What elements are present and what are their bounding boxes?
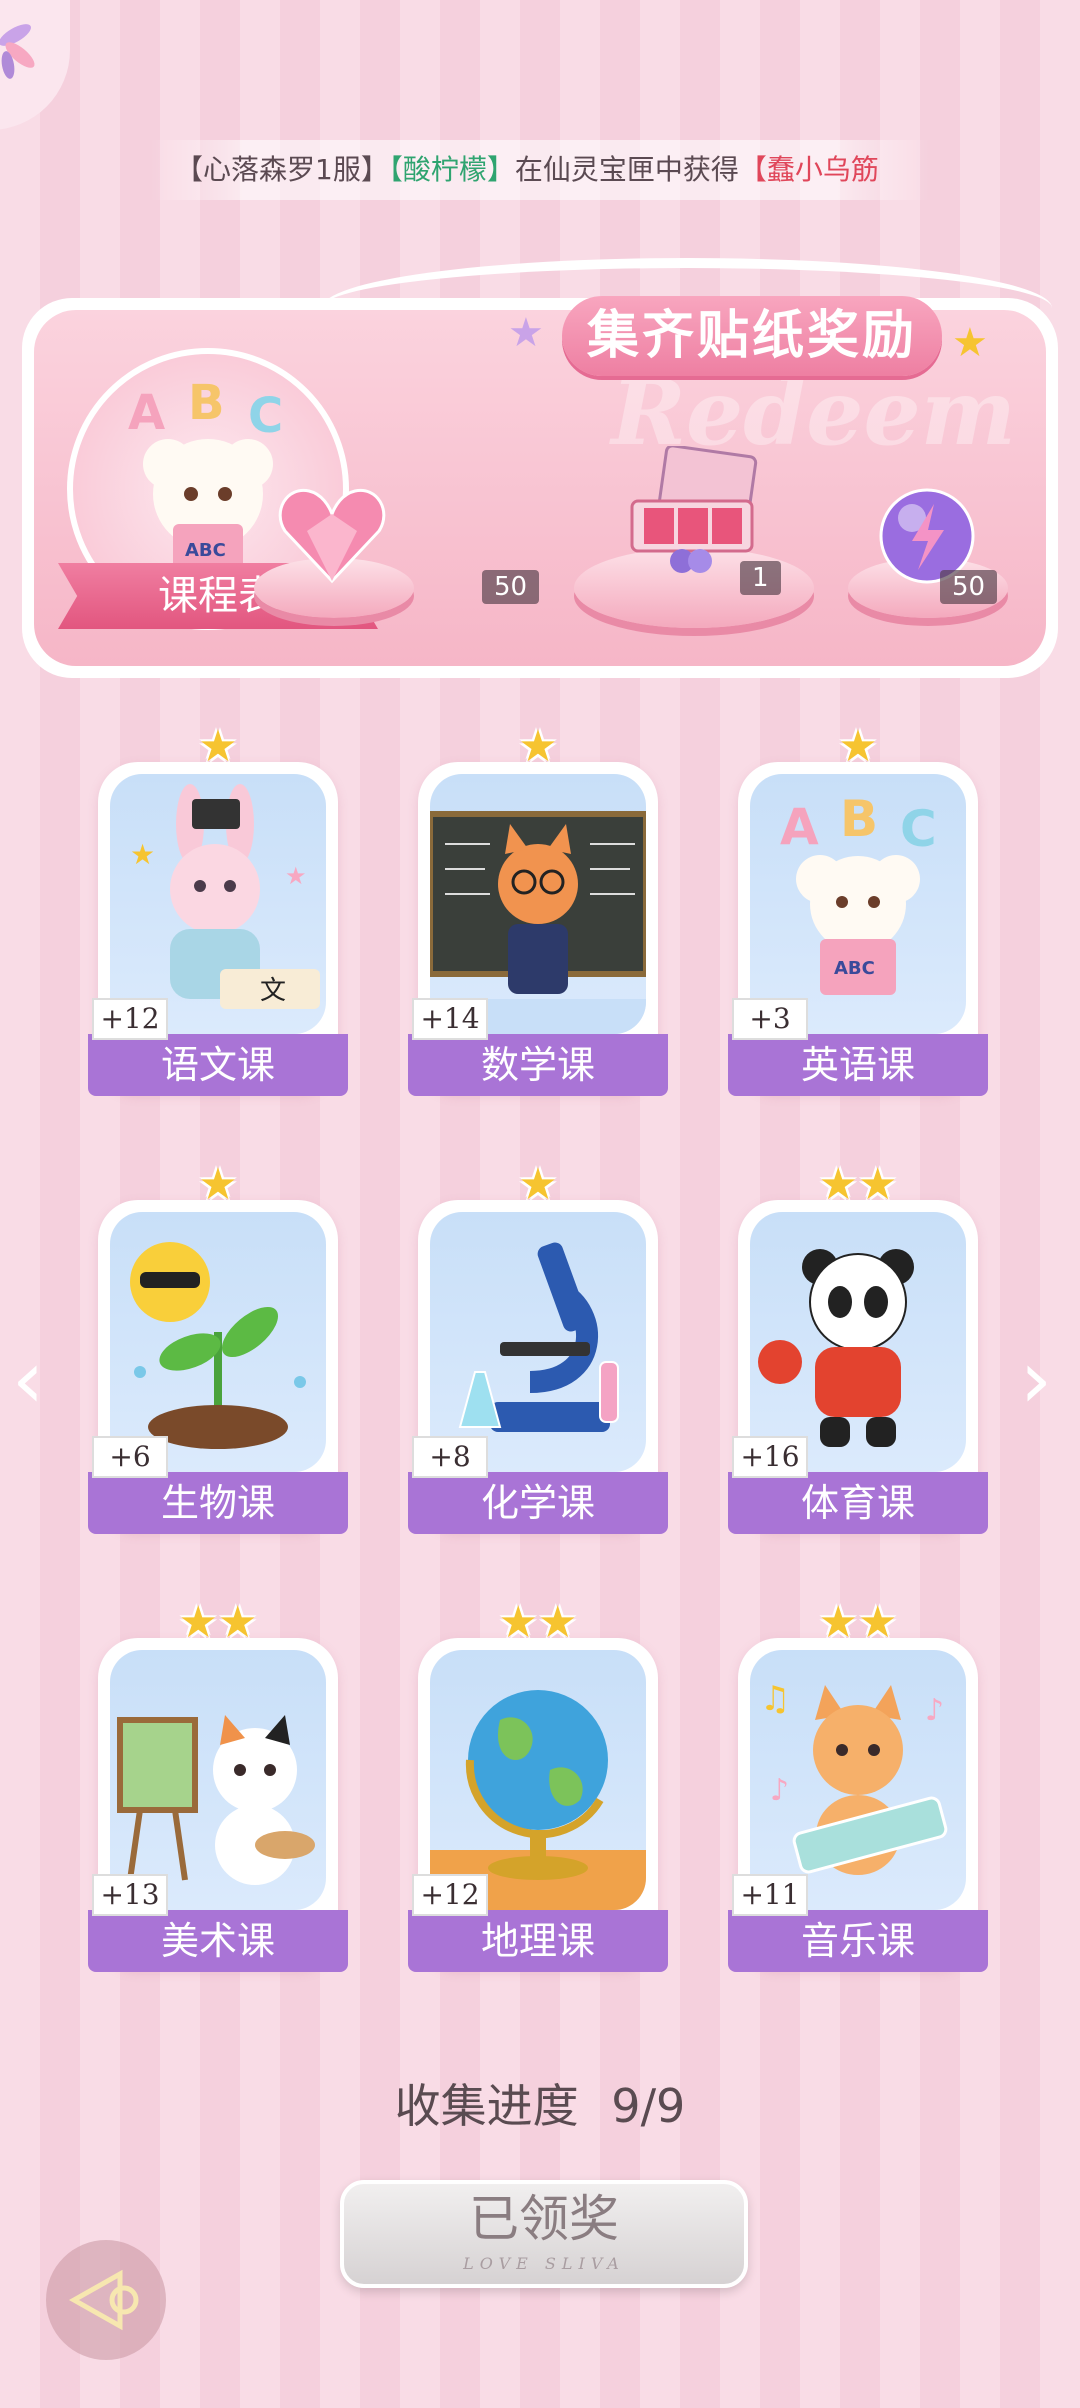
card-art [110, 1212, 326, 1472]
collection-progress: 收集进度 9/9 [0, 2070, 1080, 2136]
card-label: 体育课 [728, 1472, 988, 1534]
progress-value: 9/9 [611, 2079, 686, 2133]
svg-text:♪: ♪ [770, 1773, 789, 1808]
card-bonus: +12 [92, 998, 168, 1040]
banner-title: 集齐贴纸奖励 [562, 296, 942, 376]
back-arrow-icon [68, 2269, 139, 2331]
card-label: 数学课 [408, 1034, 668, 1096]
star-icon: ★ [952, 320, 988, 366]
sticker-card-english[interactable]: ★ A B C ABC 英语课 +3 [723, 722, 993, 1102]
card-label: 音乐课 [728, 1910, 988, 1972]
svg-text:A: A [128, 385, 165, 441]
claimed-sub: LOVE SLIVA [463, 2254, 625, 2273]
svg-text:★: ★ [285, 862, 307, 890]
card-label: 语文课 [88, 1034, 348, 1096]
ticker-action: 在仙灵宝匣中获得 [514, 153, 739, 186]
star-icon: ★ [508, 310, 544, 356]
pink-heart-gem-icon[interactable] [277, 486, 387, 586]
card-art: 文 ★ ★ [110, 774, 326, 1034]
gift-box-icon[interactable] [622, 446, 772, 576]
ticker-player: 【酸柠檬】 [388, 153, 515, 186]
announcement-ticker: 【心落森罗1服】【酸柠檬】在仙灵宝匣中获得【蠢小乌筋 [150, 140, 930, 200]
sticker-card-pe[interactable]: ★★ 体育课 +16 [723, 1160, 993, 1540]
card-body[interactable]: 化学课 +8 [408, 1200, 668, 1534]
svg-text:ABC: ABC [185, 540, 226, 561]
card-body[interactable]: 体育课 +16 [728, 1200, 988, 1534]
sticker-card-geography[interactable]: ★★ 地理课 +12 [403, 1598, 673, 1978]
card-label: 生物课 [88, 1472, 348, 1534]
card-bonus: +13 [92, 1874, 168, 1916]
sticker-card-math[interactable]: ★ 数学课 +14 [403, 722, 673, 1102]
claimed-label: 已领奖 [469, 2190, 619, 2248]
ticker-item: 【蠢小乌筋 [738, 153, 879, 186]
card-body[interactable]: 生物课 +6 [88, 1200, 348, 1534]
svg-text:文: 文 [260, 976, 286, 1006]
sticker-card-chinese[interactable]: ★ 文 ★ ★ 语文课 +12 [83, 722, 353, 1102]
globe-icon [430, 1690, 646, 1910]
svg-text:★: ★ [130, 838, 155, 871]
svg-text:A: A [780, 798, 819, 856]
next-page-arrow[interactable]: › [1020, 1340, 1052, 1420]
sticker-card-art[interactable]: ★★ 美术课 +13 [83, 1598, 353, 1978]
microscope-icon [458, 1242, 619, 1432]
reward-count: 1 [740, 561, 781, 595]
card-art [430, 774, 646, 1034]
reward-banner: Redeem ★ ★ 集齐贴纸奖励 A B C ABC 课程表 50 1 50 [22, 258, 1058, 678]
claimed-button[interactable]: 已领奖 LOVE SLIVA [340, 2180, 748, 2288]
card-body[interactable]: 美术课 +13 [88, 1638, 348, 1972]
card-bonus: +3 [732, 998, 808, 1040]
card-art: ♫ ♪ ♪ [750, 1650, 966, 1910]
card-bonus: +12 [412, 1874, 488, 1916]
sticker-card-biology[interactable]: ★ 生物课 +6 [83, 1160, 353, 1540]
card-body[interactable]: A B C ABC 英语课 +3 [728, 762, 988, 1096]
sticker-card-music[interactable]: ★★ ♫ ♪ ♪ 音乐课 +11 [723, 1598, 993, 1978]
svg-text:B: B [188, 375, 225, 431]
reward-count: 50 [940, 570, 998, 604]
poodle-abc-icon: A B C ABC [780, 790, 937, 995]
prev-page-arrow[interactable]: ‹ [12, 1340, 44, 1420]
card-body[interactable]: 文 ★ ★ 语文课 +12 [88, 762, 348, 1096]
bunny-calligraphy-icon: 文 ★ ★ [130, 784, 320, 1009]
card-label: 美术课 [88, 1910, 348, 1972]
card-body[interactable]: 地理课 +12 [408, 1638, 668, 1972]
card-label: 地理课 [408, 1910, 668, 1972]
cat-painter-icon [117, 1715, 315, 1885]
card-bonus: +11 [732, 1874, 808, 1916]
sticker-card-chemistry[interactable]: ★ 化学课 +8 [403, 1160, 673, 1540]
ticker-server: 【心落森罗1服】 [175, 153, 389, 186]
svg-text:C: C [248, 388, 283, 444]
card-art [750, 1212, 966, 1472]
sun-sprout-icon [130, 1242, 306, 1449]
panda-pingpong-icon [758, 1249, 914, 1447]
card-bonus: +8 [412, 1436, 488, 1478]
card-body[interactable]: ♫ ♪ ♪ 音乐课 +11 [728, 1638, 988, 1972]
svg-text:C: C [900, 800, 937, 858]
back-button[interactable] [46, 2240, 166, 2360]
card-body[interactable]: 数学课 +14 [408, 762, 668, 1096]
svg-text:♫: ♫ [760, 1679, 790, 1719]
pinwheel-icon [0, 24, 35, 79]
card-art: A B C ABC [750, 774, 966, 1034]
card-art [430, 1650, 646, 1910]
card-bonus: +16 [732, 1436, 808, 1478]
card-label: 化学课 [408, 1472, 668, 1534]
card-label: 英语课 [728, 1034, 988, 1096]
card-art [110, 1650, 326, 1910]
svg-text:ABC: ABC [834, 958, 875, 979]
progress-label: 收集进度 [394, 2079, 579, 2133]
card-bonus: +14 [412, 998, 488, 1040]
reward-count: 50 [482, 570, 540, 604]
card-art [430, 1212, 646, 1472]
svg-text:B: B [840, 790, 878, 848]
fox-teacher-icon [430, 811, 646, 1034]
svg-text:♪: ♪ [925, 1693, 944, 1728]
card-bonus: +6 [92, 1436, 168, 1478]
corner-pinwheel [0, 0, 70, 130]
cat-keyboard-icon: ♫ ♪ ♪ [760, 1679, 948, 1875]
